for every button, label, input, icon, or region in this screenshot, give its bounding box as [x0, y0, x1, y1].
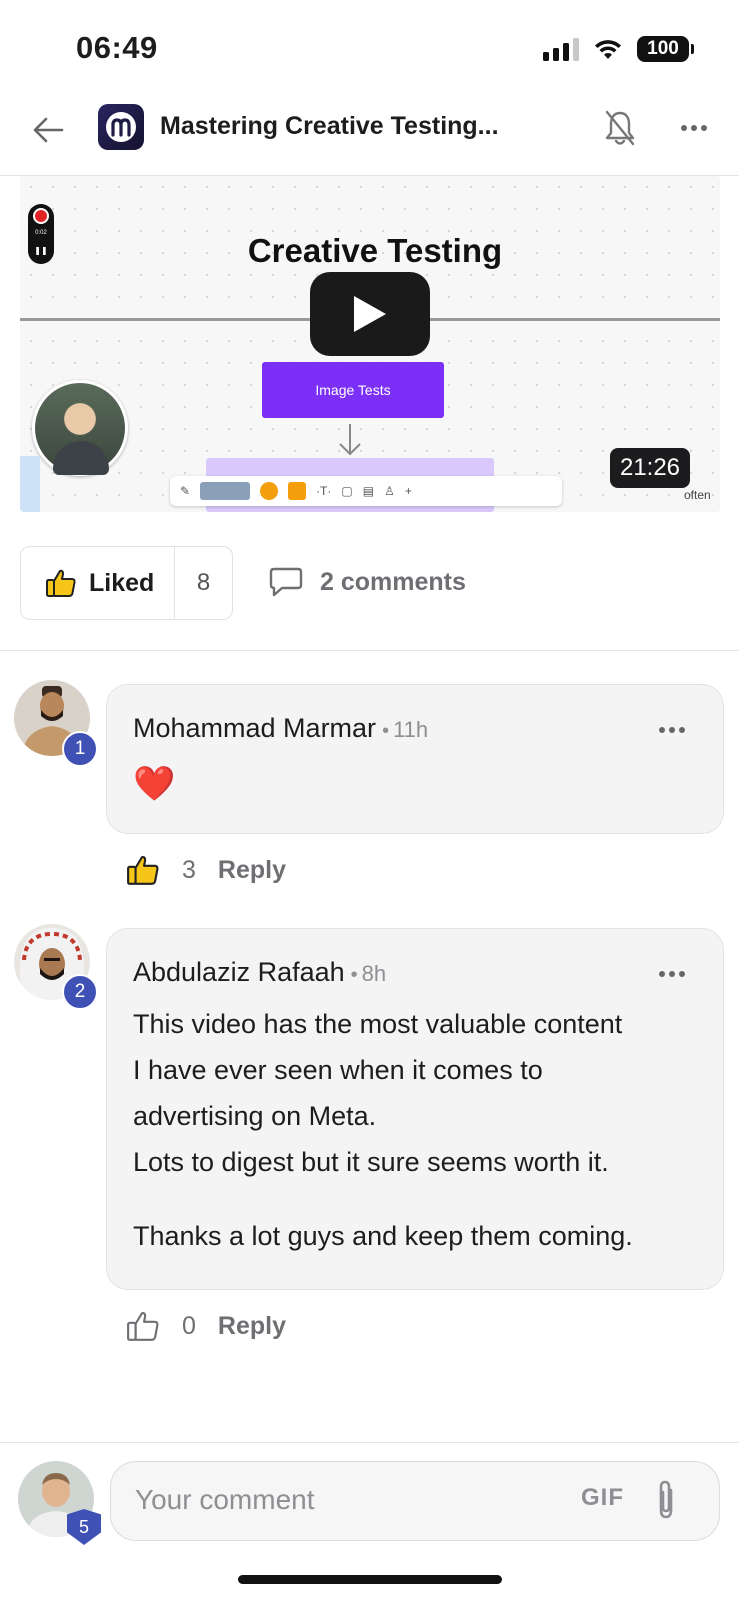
stamp-icon: ♙: [384, 484, 395, 498]
comment-more-button[interactable]: [659, 971, 685, 977]
comments-link[interactable]: 2 comments: [268, 566, 466, 598]
thumbs-up-filled-icon: [46, 569, 76, 597]
dot: [669, 971, 675, 977]
arrow-left-icon: [33, 117, 64, 143]
home-indicator: [238, 1575, 502, 1584]
dot: [679, 727, 685, 733]
gif-button[interactable]: GIF: [581, 1484, 624, 1512]
whiteboard-toolbar: ✎ ·T· ▢ ▤ ♙ +: [170, 476, 562, 506]
user-level-badge: 2: [62, 974, 98, 1010]
paperclip-icon[interactable]: [651, 1478, 681, 1522]
battery-icon: 100: [637, 36, 694, 62]
divider: [0, 650, 739, 651]
comment-more-button[interactable]: [659, 727, 685, 733]
bell-off-icon: [605, 110, 635, 146]
separator-dot: •: [382, 720, 390, 742]
wifi-icon: [595, 40, 621, 59]
dot: [669, 727, 675, 733]
comment-time: 11h: [393, 717, 429, 742]
likes-count[interactable]: 8: [175, 547, 232, 619]
community-logo-icon: [106, 112, 136, 142]
comment-author[interactable]: Abdulaziz Rafaah: [133, 957, 345, 987]
comment-like-count: 3: [182, 855, 196, 884]
app-header: Mastering Creative Testing...: [0, 96, 739, 176]
frame-icon: ▢: [341, 484, 353, 498]
comment-input[interactable]: [135, 1462, 535, 1538]
like-label: Liked: [89, 568, 155, 597]
comment-body: ❤️: [133, 761, 175, 807]
like-control: Liked 8: [20, 546, 233, 620]
post-title[interactable]: Mastering Creative Testing...: [160, 112, 499, 141]
reply-button[interactable]: Reply: [218, 856, 286, 885]
comment-bubble: Mohammad Marmar • 11h ❤️: [106, 684, 724, 834]
dot: [659, 727, 665, 733]
back-button[interactable]: [28, 110, 68, 150]
dot: [701, 125, 707, 131]
shape-icon: [200, 482, 251, 500]
comment-bubble: Abdulaziz Rafaah • 8h This video has the m…: [106, 928, 724, 1290]
play-icon: [354, 296, 386, 332]
arrow-down-icon: [339, 424, 361, 456]
comment-text-line: Lots to digest but it sure seems worth i…: [133, 1147, 609, 1177]
comment-header: Mohammad Marmar • 11h: [133, 713, 428, 744]
presenter-camera-bubble: [32, 380, 128, 476]
comment-input-container: GIF: [110, 1461, 720, 1541]
community-logo: [98, 104, 144, 150]
comment-text-line: Thanks a lot guys and keep them coming.: [133, 1221, 633, 1251]
thumbs-up-filled-icon[interactable]: [126, 854, 160, 886]
status-time: 06:49: [76, 30, 158, 65]
user-level-badge: 5: [67, 1509, 101, 1545]
comment-body: This video has the most valuable content…: [133, 1001, 633, 1259]
cellular-signal-icon: [543, 37, 579, 61]
record-icon: [33, 208, 49, 224]
sticker-icon: [260, 482, 279, 500]
comment-actions: 3 Reply: [126, 854, 286, 886]
video-player[interactable]: 0:02 ❚❚ Creative Testing Image Tests Use…: [20, 176, 720, 512]
comment-time: 8h: [361, 961, 387, 986]
separator-dot: •: [350, 964, 358, 986]
comment-text-line: This video has the most valuable content: [133, 1009, 623, 1039]
comment-header: Abdulaziz Rafaah • 8h: [133, 957, 386, 988]
comment-text-line: I have ever seen when it comes to: [133, 1055, 543, 1085]
dot: [659, 971, 665, 977]
play-button[interactable]: [310, 272, 430, 356]
like-button[interactable]: Liked: [21, 547, 175, 619]
video-duration: 21:26: [610, 448, 690, 488]
video-text-fragment: often: [684, 488, 711, 502]
comment-text: ❤️: [133, 765, 176, 803]
thumbs-up-outline-icon[interactable]: [126, 1310, 160, 1342]
video-slide-title: Creative Testing: [247, 232, 503, 269]
comment-like-count: 0: [182, 1311, 196, 1340]
comment-author[interactable]: Mohammad Marmar: [133, 713, 376, 743]
more-tools-icon: +: [404, 484, 412, 498]
more-options-button[interactable]: [672, 110, 716, 146]
comments-count-label: 2 comments: [320, 567, 466, 596]
video-box-image-tests: Image Tests: [262, 362, 444, 418]
text-tool-icon: ·T·: [316, 484, 332, 498]
table-icon: ▤: [362, 484, 375, 498]
dot: [679, 971, 685, 977]
comment-bubble-icon: [269, 567, 303, 597]
dot: [681, 125, 687, 131]
reply-button[interactable]: Reply: [218, 1312, 286, 1341]
sticky-note-icon: [288, 482, 307, 500]
comment-actions: 0 Reply: [126, 1310, 286, 1342]
status-icons: 100: [543, 36, 694, 62]
notifications-off-button[interactable]: [600, 106, 640, 150]
status-bar: 06:49 100: [0, 0, 739, 90]
dot: [691, 125, 697, 131]
comment-text-line: advertising on Meta.: [133, 1101, 377, 1131]
video-side-strip: [20, 456, 40, 512]
comment-composer: 5 GIF: [0, 1442, 739, 1600]
pen-icon: ✎: [180, 484, 191, 498]
user-level-badge: 1: [62, 731, 98, 767]
